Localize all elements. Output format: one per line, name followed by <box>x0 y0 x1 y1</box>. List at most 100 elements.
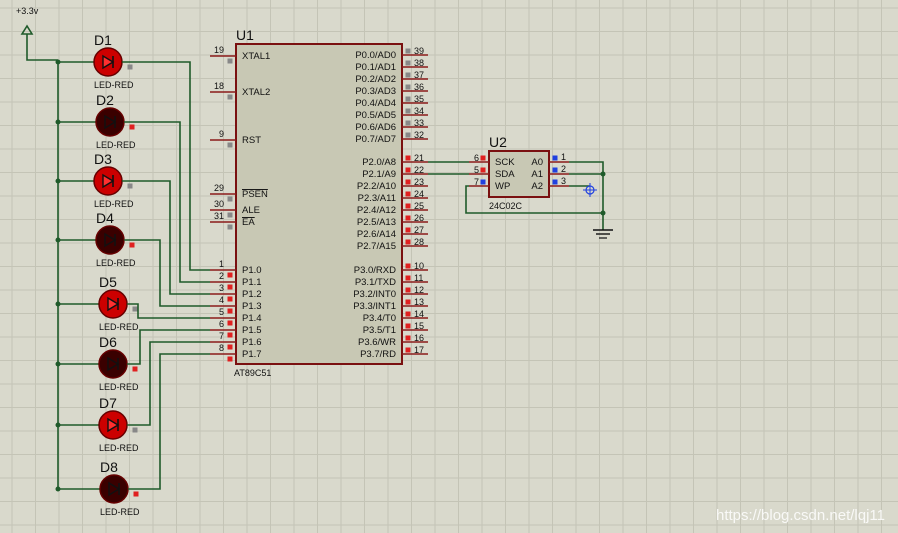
u1-pin-number: 16 <box>414 333 424 343</box>
led-part-label: LED-RED <box>99 382 139 392</box>
led-ref-label: D4 <box>96 210 114 226</box>
led-body[interactable] <box>95 107 125 137</box>
led-part-label: LED-RED <box>96 140 136 150</box>
u1-pin-number: 22 <box>414 165 424 175</box>
u1-pin-marker <box>227 344 233 350</box>
u1-pin-number: 8 <box>219 343 224 353</box>
u1-pin-marker <box>227 94 233 100</box>
u1-pin-number: 5 <box>219 307 224 317</box>
junction-dot <box>55 486 61 492</box>
u1-pin-name: P3.2/INT0 <box>353 289 396 300</box>
led-pin-marker <box>132 427 138 433</box>
u1-pin-number: 2 <box>219 271 224 281</box>
u1-pin-name: P1.7 <box>242 349 262 360</box>
p1-2-wire <box>122 180 210 295</box>
junction-dot <box>55 361 61 367</box>
u1-pin-marker <box>405 132 411 138</box>
u1-pin-marker <box>227 142 233 148</box>
u1-pin-marker <box>405 120 411 126</box>
u2-pin-marker <box>552 167 558 173</box>
led-pin-marker <box>133 491 139 497</box>
watermark-text: https://blog.csdn.net/lqj11 <box>716 507 885 524</box>
led-ref-label: D5 <box>99 274 117 290</box>
u2-pin-marker <box>480 179 486 185</box>
u1-pin-marker <box>405 179 411 185</box>
u1-pin-number: 25 <box>414 201 424 211</box>
u1-pin-marker <box>405 155 411 161</box>
u1-pin-name: ALE <box>242 205 260 216</box>
u1-pin-name: P1.5 <box>242 325 262 336</box>
led-body[interactable] <box>95 225 125 255</box>
u1-pin-name: P3.1/TXD <box>355 277 396 288</box>
u2-pin-number: 5 <box>474 165 479 175</box>
p1-7-wire <box>128 353 210 490</box>
u1-pin-number: 31 <box>214 211 224 221</box>
u2-pin-name: A0 <box>531 157 543 168</box>
u1-pin-number: 14 <box>414 309 424 319</box>
led-part-label: LED-RED <box>94 199 134 209</box>
u1-pin-number: 23 <box>414 177 424 187</box>
u1-pin-name: P2.6/A14 <box>357 229 396 240</box>
u1-pin-marker <box>405 263 411 269</box>
u1-pin-number: 10 <box>414 261 424 271</box>
led-pin-marker <box>127 183 133 189</box>
u1-pin-name: RST <box>242 135 261 146</box>
u1-pin-number: 26 <box>414 213 424 223</box>
u1-pin-marker <box>405 108 411 114</box>
u1-pin-number: 32 <box>414 130 424 140</box>
u1-pin-name: P2.0/A8 <box>362 157 396 168</box>
u1-pin-number: 3 <box>219 283 224 293</box>
led-ref-label: D3 <box>94 151 112 167</box>
u2-pin-marker <box>480 167 486 173</box>
u1-pin-name: P3.5/T1 <box>363 325 396 336</box>
u1-pin-name: P2.7/A15 <box>357 241 396 252</box>
u1-pin-marker <box>405 72 411 78</box>
u1-pin-marker <box>227 332 233 338</box>
u1-pin-number: 24 <box>414 189 424 199</box>
led-part-label: LED-RED <box>94 80 134 90</box>
u1-pin-name: P0.4/AD4 <box>355 98 396 109</box>
led-pin-marker <box>132 306 138 312</box>
u1-pin-number: 36 <box>414 82 424 92</box>
u1-part-label: AT89C51 <box>234 368 271 378</box>
u2-part-label: 24C02C <box>489 201 523 211</box>
u1-pin-number: 35 <box>414 94 424 104</box>
u1-pin-name: P1.1 <box>242 277 262 288</box>
u1-pin-number: 6 <box>219 319 224 329</box>
led-ref-label: D7 <box>99 395 117 411</box>
u1-pin-number: 15 <box>414 321 424 331</box>
u1-pin-number: 30 <box>214 199 224 209</box>
u1-pin-marker <box>227 356 233 362</box>
u2-pin-number: 2 <box>561 164 566 174</box>
u1-pin-number: 12 <box>414 285 424 295</box>
junction-dot <box>55 301 61 307</box>
u2-ref-label: U2 <box>489 134 507 150</box>
u1-pin-marker <box>405 347 411 353</box>
u1-pin-number: 18 <box>214 81 224 91</box>
u1-pin-name: P3.3/INT1 <box>353 301 396 312</box>
u1-pin-number: 33 <box>414 118 424 128</box>
u1-pin-number: 1 <box>219 259 224 269</box>
u1-pin-marker <box>227 308 233 314</box>
junction-dot <box>55 237 61 243</box>
u1-pin-marker <box>227 272 233 278</box>
power-wire <box>26 34 58 61</box>
u1-pin-name: P0.7/AD7 <box>355 134 396 145</box>
u2-pin-number: 6 <box>474 153 479 163</box>
u1-pin-name: XTAL1 <box>242 51 270 62</box>
junction-dot <box>55 119 61 125</box>
u1-pin-marker <box>405 299 411 305</box>
led-body[interactable] <box>99 474 129 504</box>
led-body[interactable] <box>98 349 128 379</box>
u1-pin-name: P0.1/AD1 <box>355 62 396 73</box>
junction-dot <box>55 59 61 65</box>
u1-pin-number: 21 <box>414 153 424 163</box>
u1-pin-marker <box>405 287 411 293</box>
u1-pin-number: 39 <box>414 46 424 56</box>
led-ref-label: D2 <box>96 92 114 108</box>
u1-pin-marker <box>405 60 411 66</box>
u1-pin-name: P3.7/RD <box>360 349 396 360</box>
led-part-label: LED-RED <box>100 507 140 517</box>
schematic-svg: +3.3vD1LED-REDD2LED-REDD3LED-REDD4LED-RE… <box>0 0 898 533</box>
led-ref-label: D8 <box>100 459 118 475</box>
